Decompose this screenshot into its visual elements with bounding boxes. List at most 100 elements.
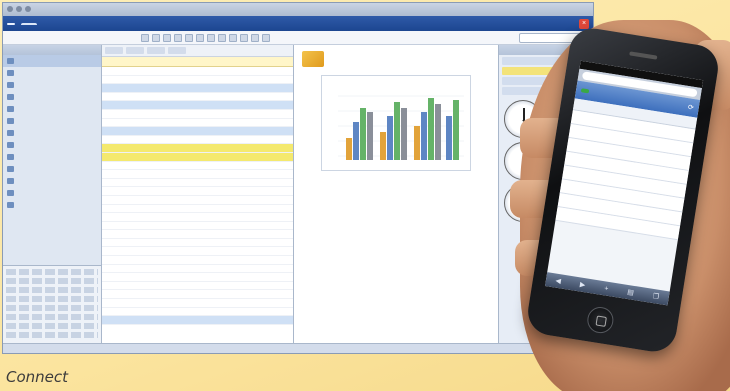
table-row[interactable] (102, 144, 293, 153)
folder-item[interactable] (3, 91, 101, 103)
toolbar-button-icon[interactable] (196, 33, 204, 42)
info-bar (102, 57, 293, 67)
reading-pane (294, 45, 499, 343)
toolbar-button-icon[interactable] (251, 33, 259, 42)
table-row[interactable] (102, 230, 293, 239)
table-row[interactable] (102, 247, 293, 257)
caption-text: Connect (6, 368, 69, 386)
folder-item[interactable] (3, 175, 101, 187)
toolbar-button-icon[interactable] (207, 33, 215, 42)
folder-item[interactable] (3, 199, 101, 211)
table-row[interactable] (102, 265, 293, 274)
minimize-window-icon[interactable] (16, 6, 22, 12)
table-row[interactable] (102, 76, 293, 85)
table-row[interactable] (102, 136, 293, 145)
envelope-icon (302, 51, 324, 67)
chart-bar (394, 102, 400, 160)
folder-icon (7, 106, 14, 112)
pages-icon[interactable]: ❐ (652, 292, 659, 301)
toolbar-button-icon[interactable] (174, 33, 182, 42)
toolbar-button-icon[interactable] (141, 33, 149, 42)
table-row[interactable] (102, 101, 293, 110)
folder-item[interactable] (3, 127, 101, 139)
table-row[interactable] (102, 239, 293, 248)
folder-item[interactable] (3, 103, 101, 115)
toolbar-button-icon[interactable] (185, 33, 193, 42)
toolbar-button-icon[interactable] (218, 33, 226, 42)
table-row[interactable] (102, 308, 293, 317)
app-window: × (2, 2, 594, 354)
folder-item[interactable] (3, 115, 101, 127)
chart-bar (380, 132, 386, 160)
zoom-window-icon[interactable] (25, 6, 31, 12)
folder-icon (7, 190, 14, 196)
folder-item[interactable] (3, 187, 101, 199)
folder-list (3, 55, 101, 211)
list-toolbar (102, 45, 293, 57)
phone-back-button[interactable] (580, 88, 590, 94)
chart-bars-svg (338, 95, 464, 160)
folder-item[interactable] (3, 139, 101, 151)
table-row[interactable] (102, 127, 293, 136)
folder-icon (7, 82, 14, 88)
folder-icon (7, 58, 14, 64)
folder-item[interactable] (3, 163, 101, 175)
status-bar (3, 343, 593, 353)
table-row[interactable] (102, 299, 293, 308)
bookmarks-icon[interactable]: ▤ (627, 288, 635, 297)
folder-item[interactable] (3, 55, 101, 67)
table-row[interactable] (102, 316, 293, 325)
folder-item[interactable] (3, 151, 101, 163)
table-row[interactable] (102, 119, 293, 128)
table-row[interactable] (102, 187, 293, 196)
embedded-chart (321, 75, 471, 171)
table-row[interactable] (102, 205, 293, 214)
table-row[interactable] (102, 273, 293, 282)
back-arrow-icon[interactable]: ◀ (555, 277, 562, 286)
close-window-icon[interactable] (7, 6, 13, 12)
tab-active[interactable] (21, 22, 37, 25)
table-row[interactable] (102, 84, 293, 93)
folder-icon (7, 154, 14, 160)
table-row[interactable] (102, 170, 293, 179)
table-row[interactable] (102, 213, 293, 222)
table-row[interactable] (102, 222, 293, 231)
chart-bar (360, 108, 366, 160)
message-list (102, 45, 294, 343)
close-icon[interactable]: × (579, 18, 589, 29)
toolbar-button-icon[interactable] (229, 33, 237, 42)
add-icon[interactable]: + (604, 285, 609, 293)
table-row[interactable] (102, 67, 293, 76)
table-row[interactable] (102, 282, 293, 291)
list-tool-button[interactable] (105, 47, 123, 54)
chart-bar (414, 126, 420, 160)
table-row[interactable] (102, 162, 293, 171)
nav-header (3, 45, 101, 55)
list-tool-button[interactable] (126, 47, 144, 54)
refresh-icon[interactable]: ⟳ (687, 103, 694, 112)
toolbar-button-icon[interactable] (240, 33, 248, 42)
home-button[interactable] (585, 305, 616, 335)
list-tool-button[interactable] (168, 47, 186, 54)
mini-calendar[interactable] (3, 265, 101, 343)
table-row[interactable] (102, 256, 293, 265)
table-row[interactable] (102, 152, 293, 162)
window-controls[interactable] (7, 6, 31, 12)
toolbar (3, 31, 593, 45)
toolbar-button-icon[interactable] (262, 33, 270, 42)
table-row[interactable] (102, 110, 293, 119)
table-row[interactable] (102, 93, 293, 102)
toolbar-button-icon[interactable] (152, 33, 160, 42)
forward-arrow-icon[interactable]: ▶ (579, 280, 586, 289)
folder-navigation (3, 45, 102, 343)
table-row[interactable] (102, 179, 293, 188)
folder-item[interactable] (3, 67, 101, 79)
folder-icon (7, 94, 14, 100)
toolbar-button-icon[interactable] (163, 33, 171, 42)
phone-message-list (555, 110, 696, 241)
list-tool-button[interactable] (147, 47, 165, 54)
chart-bar-groups (346, 98, 459, 160)
table-row[interactable] (102, 196, 293, 205)
folder-item[interactable] (3, 79, 101, 91)
table-row[interactable] (102, 290, 293, 300)
